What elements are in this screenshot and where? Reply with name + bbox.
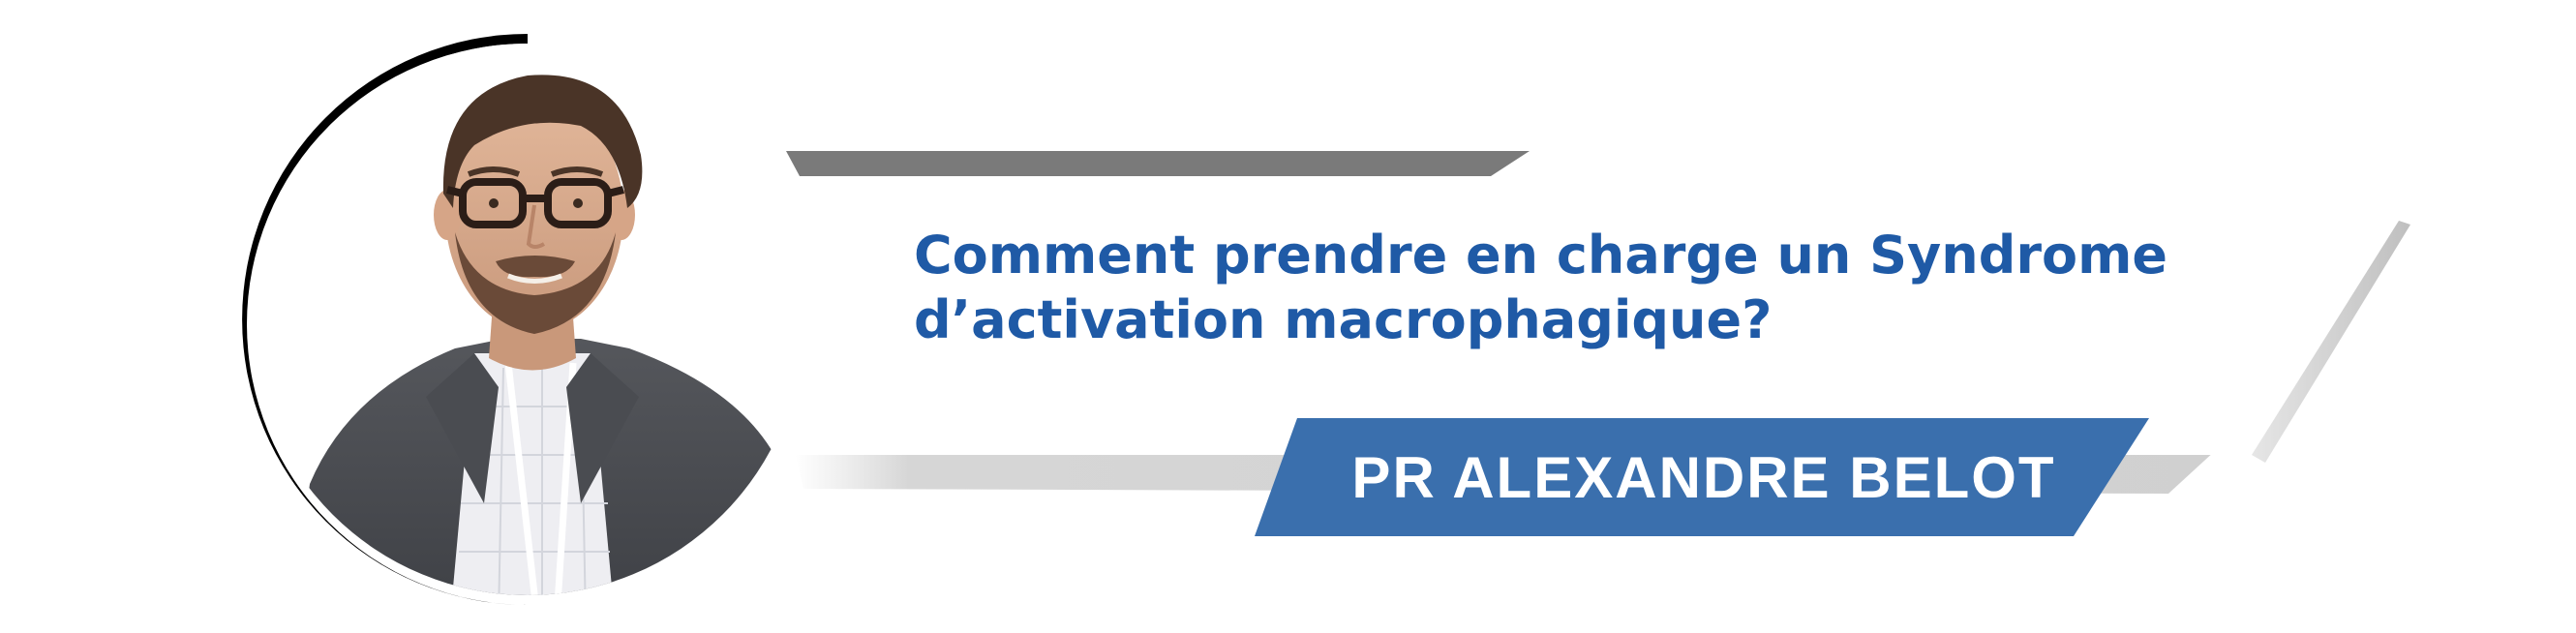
talk-title-line-1: Comment prendre en charge un Syndrome [914, 225, 2167, 286]
speaker-portrait-photo [252, 44, 803, 595]
speaker-name: PR ALEXANDRE BELOT [1351, 444, 2056, 510]
talk-title-line-2: d’activation macrophagique? [914, 289, 1773, 350]
banner: Comment prendre en charge un Syndrome d’… [0, 0, 2576, 633]
top-accent-bar [786, 151, 1530, 176]
